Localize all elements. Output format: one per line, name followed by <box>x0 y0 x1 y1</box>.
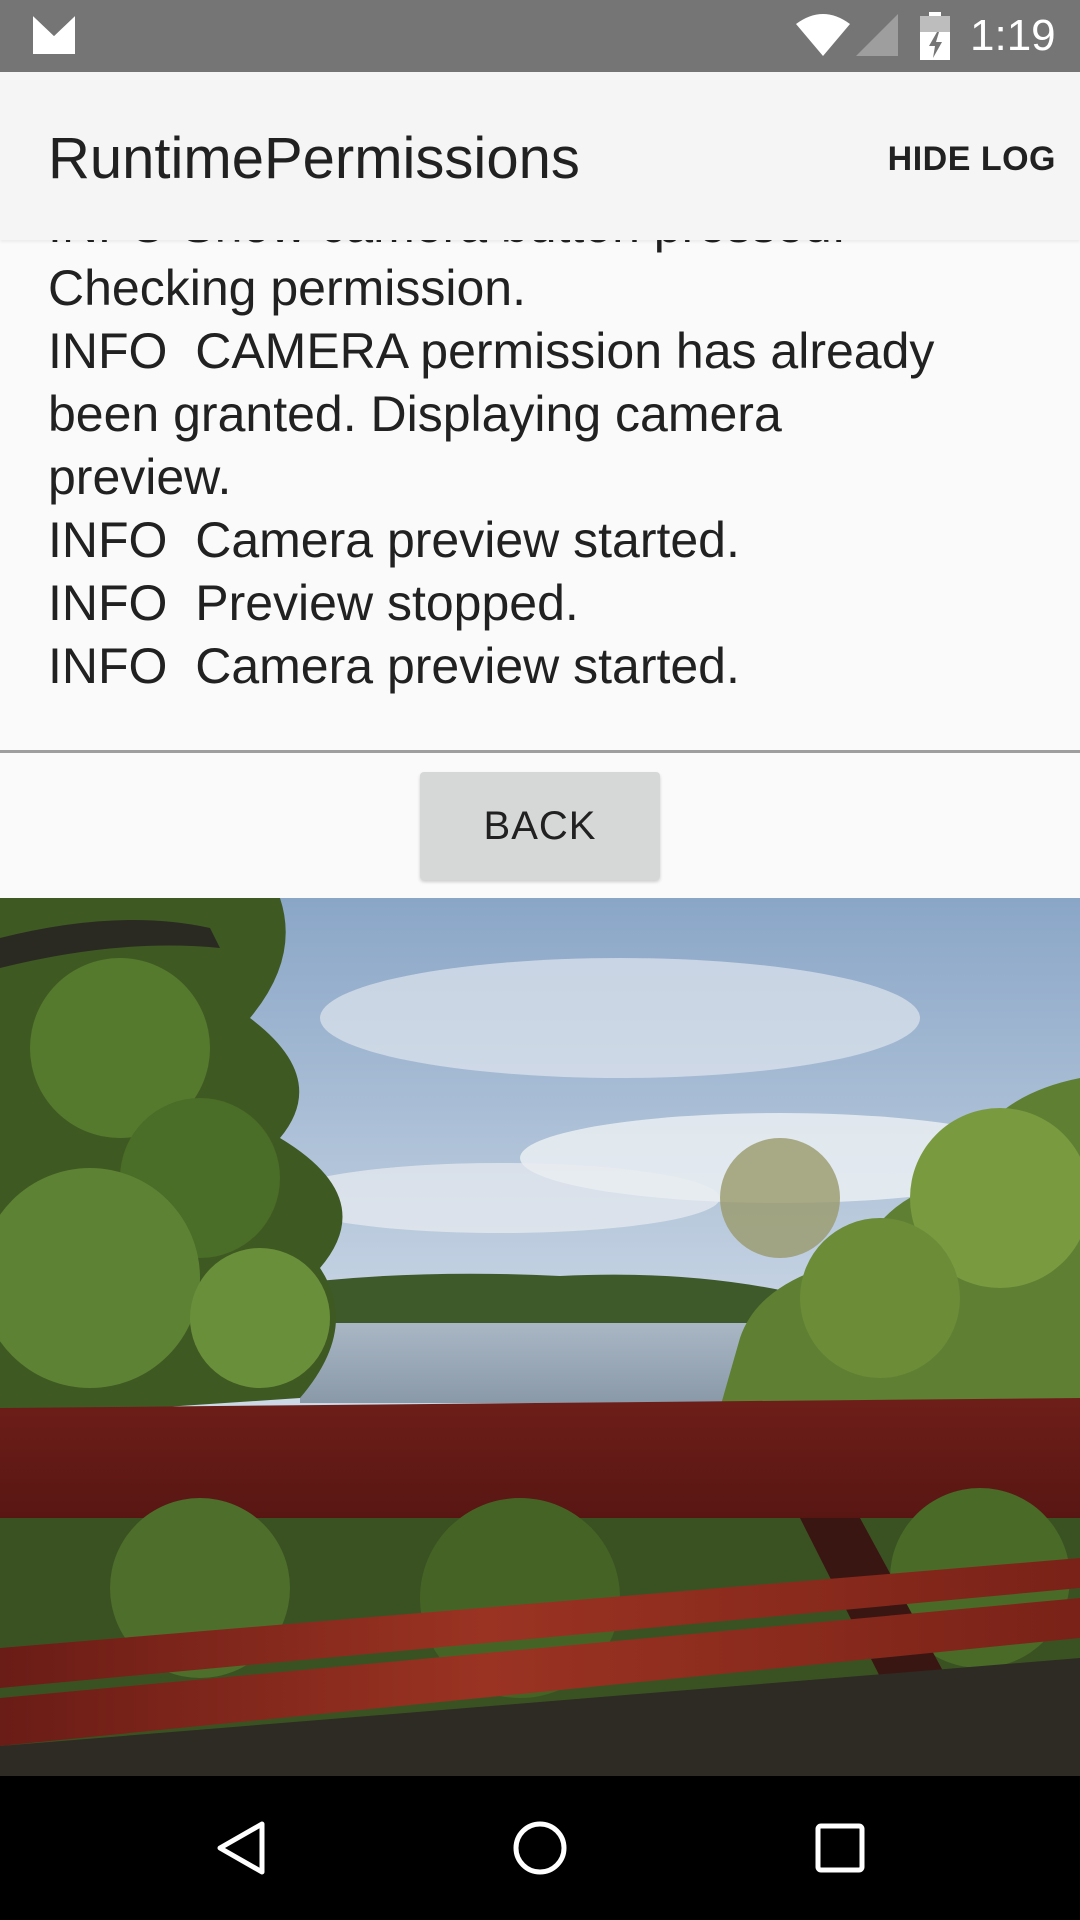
gmail-icon <box>33 16 75 54</box>
hide-log-button[interactable]: HIDE LOG <box>888 132 1056 186</box>
log-line: INFO Show camera button pressed. <box>48 240 1048 257</box>
log-divider <box>0 750 1080 753</box>
signal-icon <box>856 14 898 56</box>
log-text: INFO Show camera button pressed. Checkin… <box>48 240 1048 698</box>
status-bar: 1:19 <box>0 0 1080 72</box>
nav-home-icon[interactable] <box>510 1818 570 1878</box>
app-title: RuntimePermissions <box>48 126 580 191</box>
log-line: Checking permission. <box>48 260 526 316</box>
camera-preview <box>0 898 1080 1776</box>
log-line: INFO Camera preview started. <box>48 638 740 694</box>
status-time: 1:19 <box>970 11 1056 60</box>
log-line: INFO Preview stopped. <box>48 575 579 631</box>
log-line: been granted. Displaying camera <box>48 386 782 442</box>
log-line: INFO Camera preview started. <box>48 512 740 568</box>
back-button[interactable]: BACK <box>420 772 660 880</box>
camera-preview-image <box>0 898 1080 1776</box>
wifi-icon <box>796 14 850 56</box>
battery-charging-icon <box>920 12 950 60</box>
nav-recents-icon[interactable] <box>810 1818 870 1878</box>
log-line: INFO CAMERA permission has already <box>48 323 935 379</box>
nav-back-icon[interactable] <box>210 1818 270 1878</box>
log-line: preview. <box>48 449 232 505</box>
app-bar: RuntimePermissions HIDE LOG <box>0 72 1080 240</box>
log-panel[interactable]: INFO Show camera button pressed. Checkin… <box>0 240 1080 752</box>
